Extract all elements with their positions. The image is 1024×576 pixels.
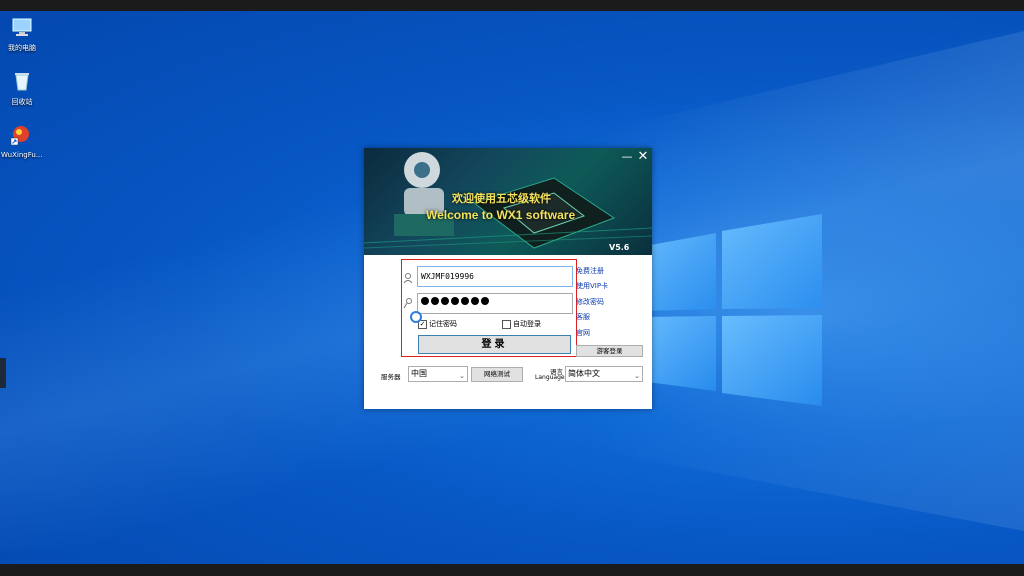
server-select[interactable]: 中国 ⌄ [408,366,468,382]
network-test-button[interactable]: 网络测试 [471,367,523,382]
minimize-button[interactable]: — [621,151,633,164]
language-value: 简体中文 [568,369,600,378]
highlight-box [401,259,577,357]
language-select[interactable]: 简体中文 ⌄ [565,366,643,382]
app-shortcut-icon [10,126,29,146]
chevron-down-icon: ⌄ [634,372,640,380]
link-customer-service[interactable]: 客服 [576,312,590,322]
login-dialog: 欢迎使用五芯级软件 Welcome to WX1 software V5.6 —… [364,148,652,409]
desktop-icon-label: 回收站 [11,98,33,106]
computer-icon [12,18,32,36]
guest-login-button[interactable]: 游客登录 [576,345,643,357]
banner-subtitle: Welcome to WX1 software [426,208,576,222]
recycle-bin-icon [15,73,29,91]
link-official-site[interactable]: 官网 [576,328,590,338]
desktop-icon-recycle-bin[interactable]: 回收站 [2,71,42,107]
mouse-cursor-indicator [410,311,422,323]
link-vip-card[interactable]: 使用VIP卡 [576,281,608,291]
link-free-register[interactable]: 免费注册 [576,266,604,276]
desktop-icon-computer[interactable]: 我的电脑 [2,17,42,53]
dialog-banner: 欢迎使用五芯级软件 Welcome to WX1 software V5.6 —… [364,148,652,255]
chevron-down-icon: ⌄ [459,372,465,380]
desktop-icon-label: WuXingFu... [1,151,43,159]
server-label: 服务器 [381,373,401,381]
banner-title: 欢迎使用五芯级软件 [452,192,551,205]
language-label-en: Language [535,374,565,381]
version-label: V5.6 [609,243,630,252]
desktop-icon-label: 我的电脑 [8,44,36,52]
link-change-password[interactable]: 修改密码 [576,297,604,307]
side-handle[interactable] [0,358,6,388]
desktop-icon-app[interactable]: WuXingFu... [1,125,43,159]
top-letterbox-bar [0,0,1024,11]
desktop: 我的电脑 回收站 WuXingFu... 欢迎使用五芯级软件 Welcome t… [0,11,1024,564]
server-value: 中国 [411,369,427,378]
bottom-letterbox-bar [0,564,1024,576]
close-button[interactable]: ✕ [636,150,650,164]
